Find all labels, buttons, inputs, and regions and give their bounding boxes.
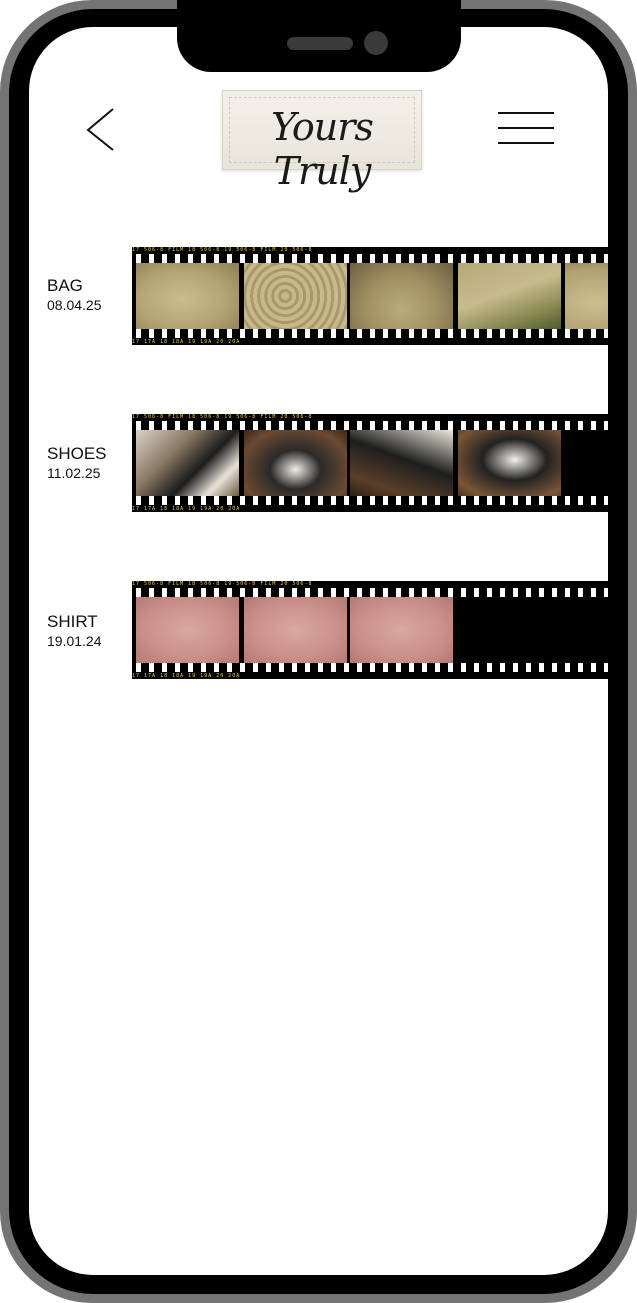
empty-frame	[565, 430, 608, 496]
film-edge-text: 17 506-8 FILM 18 506-8 19 506-8 FILM 20 …	[132, 247, 313, 253]
photo-frame[interactable]	[350, 263, 453, 329]
photo-frame[interactable]	[244, 430, 347, 496]
empty-frame	[454, 597, 608, 663]
notch	[177, 0, 461, 72]
photo-frame[interactable]	[136, 597, 239, 663]
photo-frame[interactable]	[244, 263, 347, 329]
sprocket-holes	[132, 588, 608, 597]
back-button[interactable]	[80, 105, 128, 155]
item-title[interactable]: BAG	[47, 276, 83, 296]
sprocket-holes	[132, 329, 608, 338]
item-date: 08.04.25	[47, 297, 102, 313]
photo-frame[interactable]	[350, 430, 453, 496]
film-edge-text: 17 506-8 FILM 18 506-8 19 506-8 FILM 20 …	[132, 414, 313, 420]
menu-line-bottom	[498, 142, 554, 144]
film-strip-shirt[interactable]: 17 506-8 FILM 18 506-8 19 506-8 FILM 20 …	[132, 581, 608, 679]
sprocket-holes	[132, 663, 608, 672]
film-strip-shoes[interactable]: 17 506-8 FILM 18 506-8 19 506-8 FILM 20 …	[132, 414, 608, 512]
menu-line-middle	[498, 127, 554, 129]
item-date: 19.01.24	[47, 633, 102, 649]
photo-frame[interactable]	[136, 430, 239, 496]
logo-text: Yours Truly	[271, 105, 374, 193]
sprocket-holes	[132, 496, 608, 505]
item-title[interactable]: SHOES	[47, 444, 107, 464]
chevron-left-icon	[86, 108, 114, 151]
speaker	[287, 37, 353, 50]
photo-frame[interactable]	[244, 597, 347, 663]
menu-line-top	[498, 112, 554, 114]
item-date: 11.02.25	[47, 465, 101, 481]
film-edge-text: 17 506-8 FILM 18 506-8 19 506-8 FILM 20 …	[132, 581, 313, 587]
photo-frame[interactable]	[565, 263, 608, 329]
item-title[interactable]: SHIRT	[47, 612, 98, 632]
photo-frame[interactable]	[350, 597, 453, 663]
brand-logo: Yours Truly	[222, 90, 422, 193]
front-camera	[364, 31, 388, 55]
photo-frame[interactable]	[458, 430, 561, 496]
film-edge-text: 17 17A 18 18A 19 19A 20 20A	[132, 339, 241, 345]
film-edge-text: 17 17A 18 18A 19 19A 20 20A	[132, 506, 241, 512]
sprocket-holes	[132, 254, 608, 263]
film-edge-text: 17 17A 18 18A 19 19A 20 20A	[132, 673, 241, 679]
film-strip-bag[interactable]: 17 506-8 FILM 18 506-8 19 506-8 FILM 20 …	[132, 247, 608, 345]
menu-button[interactable]	[496, 106, 558, 152]
sprocket-holes	[132, 421, 608, 430]
photo-frame[interactable]	[458, 263, 561, 329]
photo-frame[interactable]	[136, 263, 239, 329]
